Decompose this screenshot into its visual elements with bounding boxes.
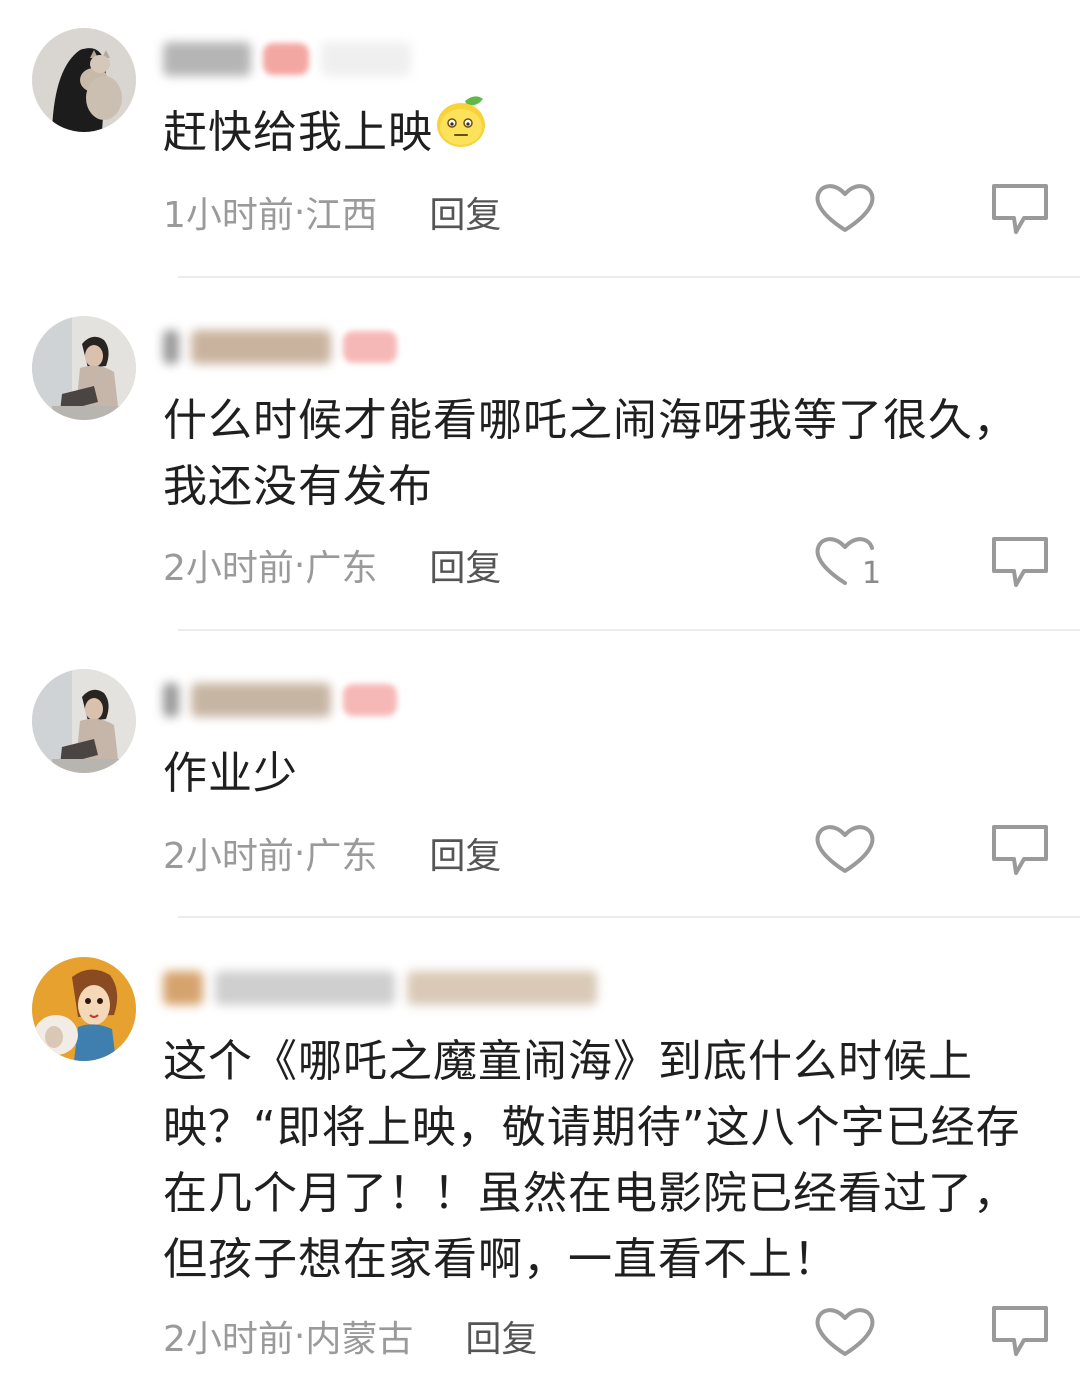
avatar[interactable] — [32, 669, 136, 773]
divider — [178, 276, 1080, 278]
reply-button[interactable]: 回复 — [429, 186, 501, 238]
meta-separator: · — [293, 191, 306, 233]
heart-icon[interactable] — [812, 1304, 878, 1360]
divider — [178, 916, 1080, 918]
comment-location: 江西 — [305, 195, 378, 236]
reply-button[interactable]: 回复 — [429, 539, 501, 591]
comment-location: 内蒙古 — [305, 1319, 414, 1360]
username-redacted[interactable] — [163, 965, 597, 1011]
comment-meta: 2小时前 · 广东 回复 — [163, 825, 501, 881]
comment-text: 这个《哪吒之魔童闹海》到底什么时候上映？“即将上映，敬请期待”这八个字已经存在几… — [163, 1036, 1021, 1285]
comment-bubble-icon[interactable] — [988, 533, 1052, 593]
comment-time: 2小时前 — [163, 548, 294, 589]
comment-location: 广东 — [305, 548, 378, 589]
username-redacted[interactable] — [163, 677, 397, 723]
comment-bubble-icon[interactable] — [988, 1302, 1052, 1362]
heart-icon[interactable] — [812, 180, 878, 236]
comment-location: 广东 — [305, 836, 378, 877]
avatar[interactable] — [32, 28, 136, 132]
comment-time: 2小时前 — [163, 836, 294, 877]
heart-icon[interactable] — [812, 821, 878, 877]
comment-meta: 1小时前 · 江西 回复 — [163, 184, 501, 240]
comment-meta: 2小时前 · 内蒙古 回复 — [163, 1308, 537, 1364]
meta-separator: · — [293, 544, 306, 586]
reply-button[interactable]: 回复 — [465, 1310, 537, 1362]
comment-text: 作业少 — [163, 748, 298, 799]
username-redacted[interactable] — [163, 36, 411, 82]
divider — [178, 629, 1080, 631]
avatar[interactable] — [32, 316, 136, 420]
reply-button[interactable]: 回复 — [429, 827, 501, 879]
meta-separator: · — [293, 1315, 306, 1357]
comment-text: 什么时候才能看哪吒之闹海呀我等了很久，我还没有发布 — [163, 395, 1018, 512]
comment-bubble-icon[interactable] — [988, 821, 1052, 881]
like-count: 1 — [862, 556, 882, 591]
comment-bubble-icon[interactable] — [988, 180, 1052, 240]
username-redacted[interactable] — [163, 324, 397, 370]
lemon-emoji-icon — [435, 93, 489, 168]
comment-meta: 2小时前 · 广东 回复 — [163, 537, 501, 593]
comment-time: 1小时前 — [163, 195, 294, 236]
avatar[interactable] — [32, 957, 136, 1061]
comment-text: 赶快给我上映 — [163, 95, 1053, 168]
comment-time: 2小时前 — [163, 1319, 294, 1360]
meta-separator: · — [293, 832, 306, 874]
